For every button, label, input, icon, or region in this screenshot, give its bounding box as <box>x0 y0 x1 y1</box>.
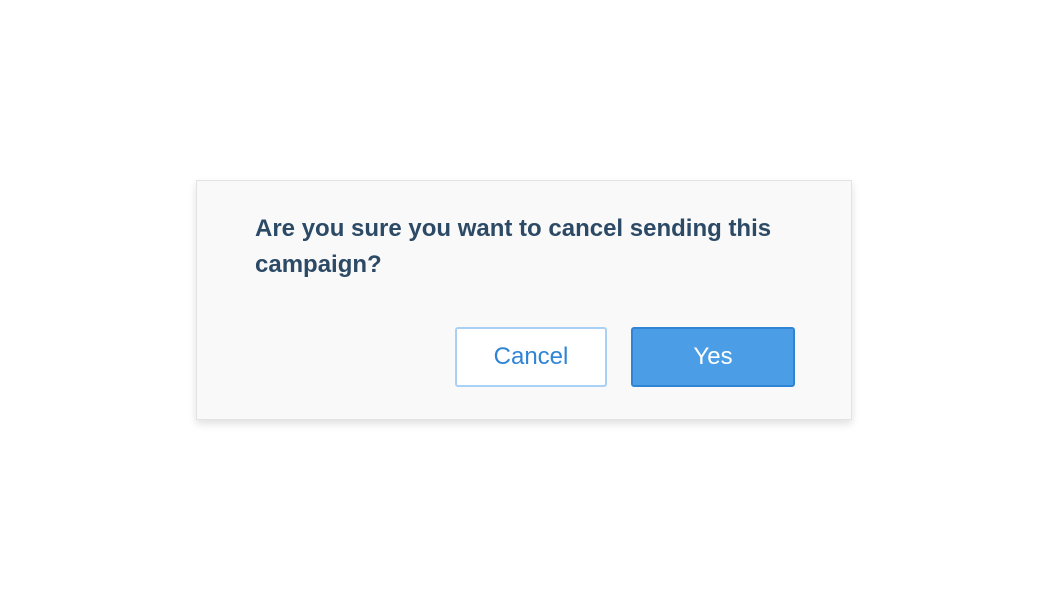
dialog-message: Are you sure you want to cancel sending … <box>255 215 772 278</box>
cancel-button[interactable]: Cancel <box>455 327 607 387</box>
confirm-dialog: Are you sure you want to cancel sending … <box>196 180 852 420</box>
yes-button[interactable]: Yes <box>631 327 795 387</box>
